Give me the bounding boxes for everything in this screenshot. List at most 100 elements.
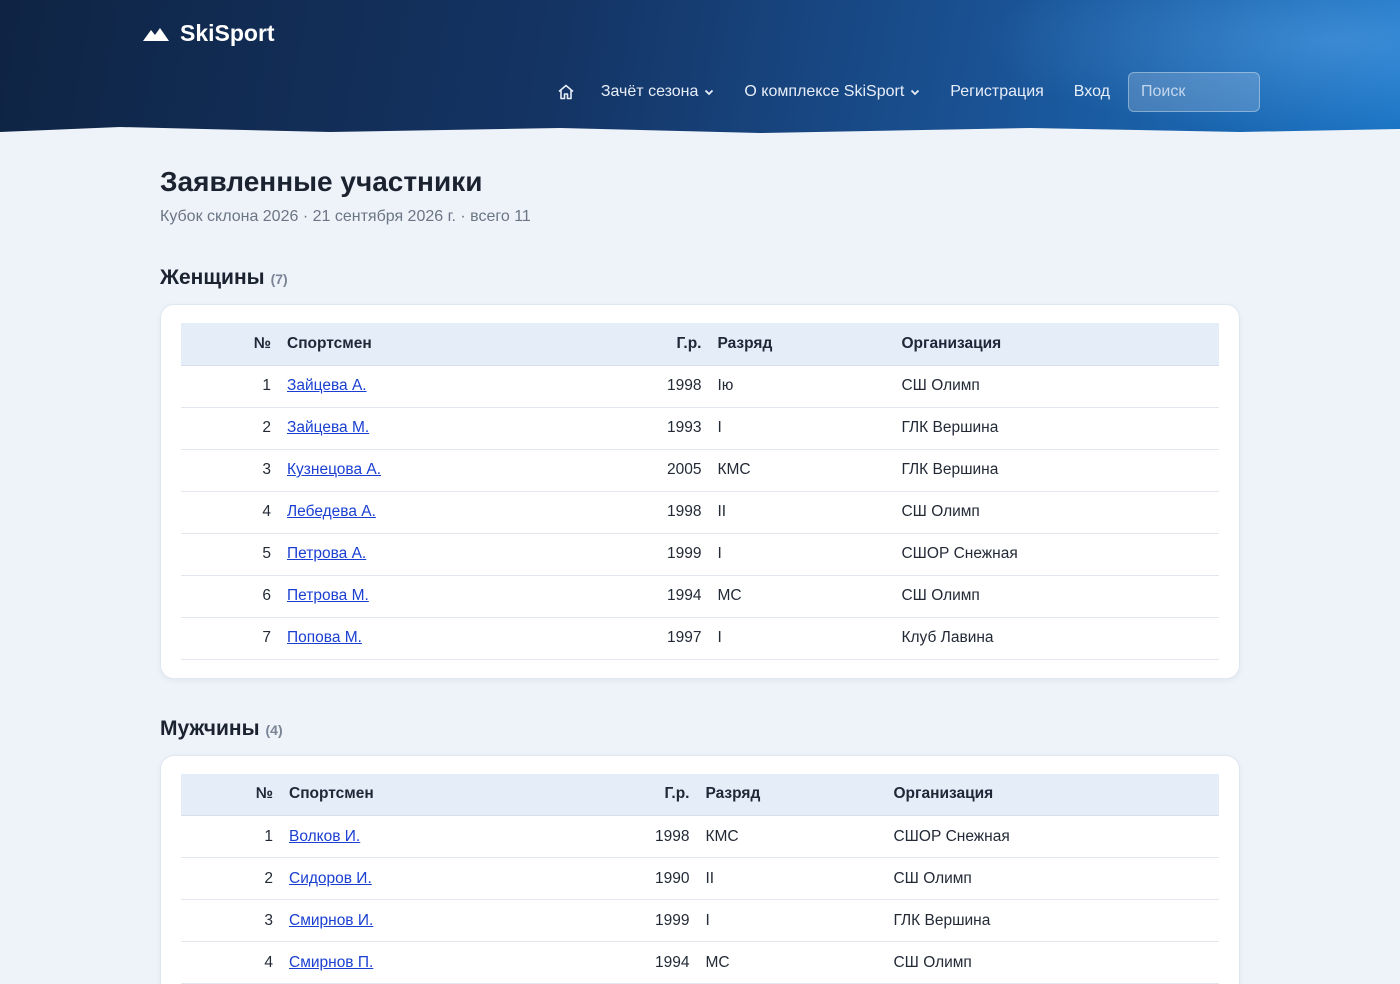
section-women-count: (7) <box>270 271 288 287</box>
athlete-link[interactable]: Кузнецова А. <box>287 461 381 478</box>
nav-registration[interactable]: Регистрация <box>950 83 1044 101</box>
page-subtitle: Кубок склона 2026 · 21 сентября 2026 г. … <box>160 208 531 225</box>
nav-login[interactable]: Вход <box>1074 83 1110 101</box>
col-num: № <box>181 773 281 816</box>
mountain-icon <box>143 27 169 41</box>
row-num: 4 <box>181 941 281 984</box>
table-row: 3 Смирнов И. 1999 I ГЛК Вершина <box>181 899 1219 942</box>
brand-logo[interactable]: SkiSport <box>142 20 275 47</box>
nav-season-standings[interactable]: Зачёт сезона <box>601 83 715 101</box>
row-num: 1 <box>181 815 281 858</box>
athlete-cell: Попова М. <box>279 617 659 660</box>
search-input[interactable] <box>1128 72 1260 112</box>
athlete-link[interactable]: Волков И. <box>289 828 360 845</box>
col-org: Организация <box>885 773 1219 816</box>
women-card: № Спортсмен Г.р. Разряд Организация 1 Зай… <box>160 304 1240 679</box>
table-row: 7 Попова М. 1997 I Клуб Лавина <box>181 617 1219 660</box>
nav-about-complex-label: О комплексе SkiSport <box>744 83 905 100</box>
table-row: 1 Зайцева А. 1998 Iю СШ Олимп <box>181 365 1219 408</box>
page-title: Заявленные участники <box>160 166 483 197</box>
athlete-link[interactable]: Зайцева А. <box>287 377 367 394</box>
birth-year: 1999 <box>647 899 698 942</box>
table-row: 3 Кузнецова А. 2005 КМС ГЛК Вершина <box>181 449 1219 492</box>
organization: СШОР Снежная <box>885 815 1219 858</box>
athlete-link[interactable]: Зайцева М. <box>287 419 369 436</box>
col-rank: Разряд <box>697 773 886 816</box>
athlete-cell: Волков И. <box>281 815 647 858</box>
rank: I <box>709 617 894 660</box>
organization: СШ Олимп <box>893 575 1219 618</box>
birth-year: 1993 <box>659 407 710 450</box>
rank: II <box>697 857 886 900</box>
row-num: 4 <box>181 491 279 534</box>
col-year: Г.р. <box>659 323 710 366</box>
row-num: 3 <box>181 899 281 942</box>
birth-year: 1998 <box>647 815 698 858</box>
rank: МС <box>709 575 894 618</box>
birth-year: 1999 <box>659 533 710 576</box>
athlete-link[interactable]: Смирнов П. <box>289 954 373 971</box>
table-row: 5 Петрова А. 1999 I СШОР Снежная <box>181 533 1219 576</box>
athlete-cell: Петрова А. <box>279 533 659 576</box>
organization: СШ Олимп <box>885 941 1219 984</box>
athlete-cell: Зайцева М. <box>279 407 659 450</box>
nav-home[interactable] <box>557 83 575 101</box>
col-athlete: Спортсмен <box>279 323 659 366</box>
athlete-cell: Смирнов П. <box>281 941 647 984</box>
section-men-count: (4) <box>265 721 283 738</box>
athlete-link[interactable]: Петрова А. <box>287 545 366 562</box>
organization: СШОР Снежная <box>893 533 1219 576</box>
rank: КМС <box>697 815 886 858</box>
home-icon <box>558 84 574 100</box>
chevron-down-icon <box>911 89 920 96</box>
athlete-link[interactable]: Лебедева А. <box>287 503 376 520</box>
rank: I <box>697 899 886 942</box>
col-org: Организация <box>893 323 1219 366</box>
chevron-down-icon <box>705 89 714 96</box>
athlete-link[interactable]: Петрова М. <box>287 587 369 604</box>
birth-year: 1994 <box>647 941 698 984</box>
rank: МС <box>697 941 886 984</box>
organization: СШ Олимп <box>893 491 1219 534</box>
rank: II <box>709 491 894 534</box>
birth-year: 1998 <box>659 491 710 534</box>
header-glow <box>980 0 1400 136</box>
athlete-link[interactable]: Сидоров И. <box>289 870 372 887</box>
athlete-cell: Кузнецова А. <box>279 449 659 492</box>
row-num: 5 <box>181 533 279 576</box>
main-content: Заявленные участники Кубок склона 2026 ·… <box>160 166 1240 984</box>
row-num: 2 <box>181 857 281 900</box>
brand-name: SkiSport <box>180 20 275 46</box>
table-row: 1 Волков И. 1998 КМС СШОР Снежная <box>181 815 1219 858</box>
athlete-cell: Сидоров И. <box>281 857 647 900</box>
table-row: 4 Лебедева А. 1998 II СШ Олимп <box>181 491 1219 534</box>
col-num: № <box>181 323 279 366</box>
snow-wave <box>0 127 1400 136</box>
table-row: 4 Смирнов П. 1994 МС СШ Олимп <box>181 941 1219 984</box>
athlete-cell: Зайцева А. <box>279 365 659 408</box>
row-num: 3 <box>181 449 279 492</box>
athlete-link[interactable]: Попова М. <box>287 629 362 646</box>
rank: I <box>709 407 894 450</box>
section-men-title: Мужчины (4) <box>160 717 1240 741</box>
section-women-label: Женщины <box>160 266 265 289</box>
birth-year: 1994 <box>659 575 710 618</box>
col-athlete: Спортсмен <box>281 773 647 816</box>
col-rank: Разряд <box>709 323 894 366</box>
row-num: 2 <box>181 407 279 450</box>
athlete-cell: Смирнов И. <box>281 899 647 942</box>
table-header-row: № Спортсмен Г.р. Разряд Организация <box>181 323 1219 366</box>
organization: СШ Олимп <box>885 857 1219 900</box>
organization: ГЛК Вершина <box>893 449 1219 492</box>
site-header: SkiSport Зачёт сезона О комплексе SkiSpo… <box>0 0 1400 136</box>
organization: Клуб Лавина <box>893 617 1219 660</box>
birth-year: 1997 <box>659 617 710 660</box>
athlete-link[interactable]: Смирнов И. <box>289 912 373 929</box>
rank: КМС <box>709 449 894 492</box>
nav-about-complex[interactable]: О комплексе SkiSport <box>744 83 920 101</box>
row-num: 6 <box>181 575 279 618</box>
main-nav: Зачёт сезона О комплексе SkiSport Регист… <box>557 72 1260 112</box>
rank: Iю <box>709 365 894 408</box>
row-num: 7 <box>181 617 279 660</box>
athlete-cell: Петрова М. <box>279 575 659 618</box>
